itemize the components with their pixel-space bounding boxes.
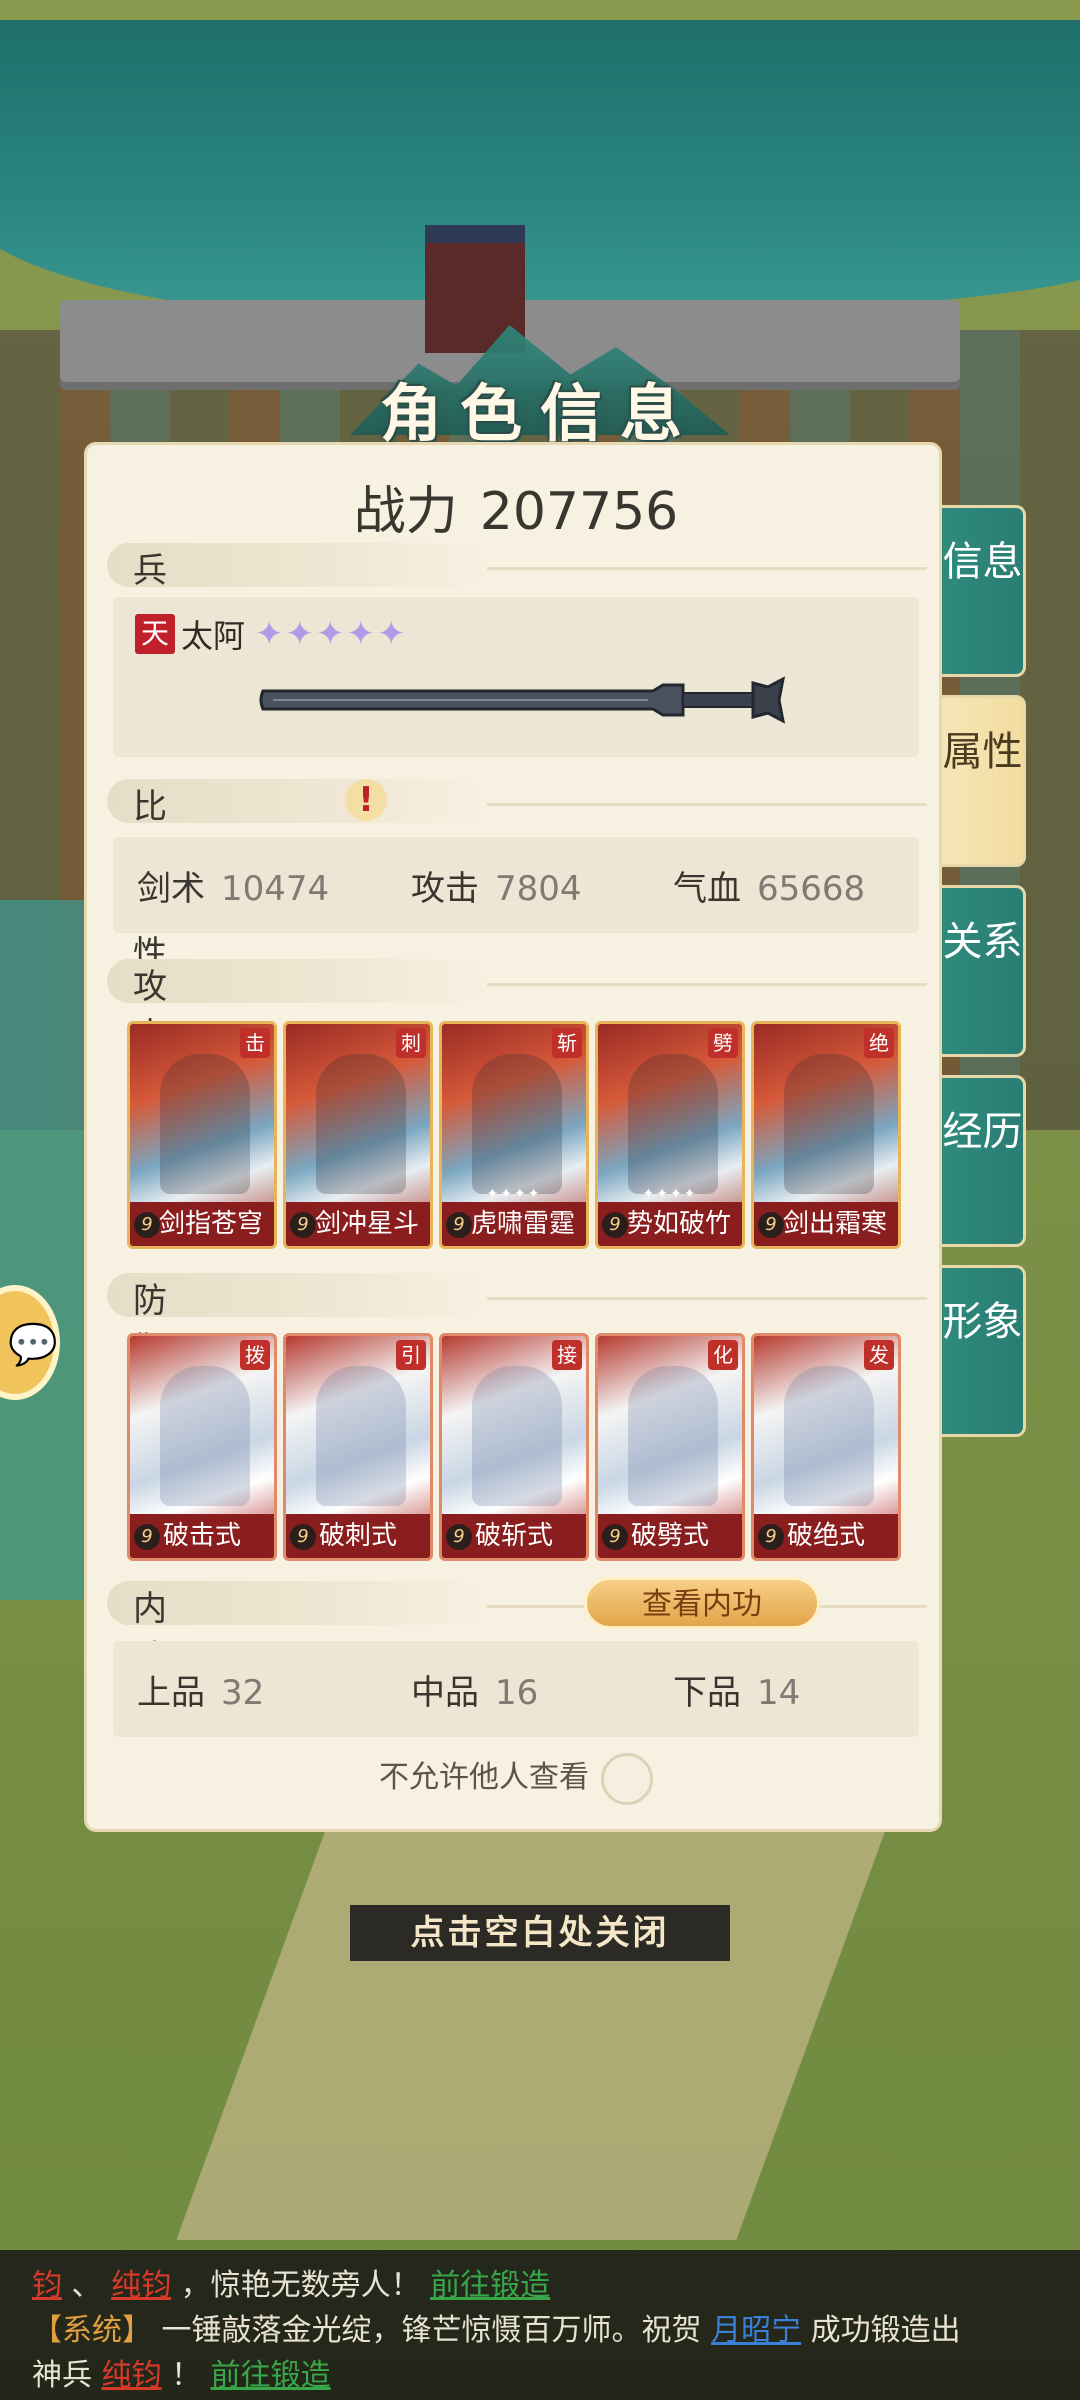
defense-card-3[interactable]: 接破斩式 9 [439,1333,589,1561]
system-chat[interactable]: 钧 、 纯钧 ，惊艳无数旁人！ 前往锻造 【系统】 一锤敲落金光绽，锋芒惊慑百万… [0,2250,1080,2400]
item-link[interactable]: 钧 [32,2268,62,2303]
attack-moves-list: 击剑指苍穹 9 刺剑冲星斗 9 斩 ✦✦✦✦ 虎啸雷霆 9 劈 ✦✦✦✦ 势如破竹 9 绝剑出霜… [113,1013,919,1257]
neigong-lower: 下品 14 [673,1672,801,1713]
attack-card-5[interactable]: 绝剑出霜寒 9 [751,1021,901,1249]
weapon-stars-icon: ✦✦✦✦✦ [255,614,408,654]
weapon-grade-badge: 天 [135,614,175,654]
panel-title: 角色信息 [379,377,700,450]
attack-card-4[interactable]: 劈 ✦✦✦✦ 势如破竹 9 [595,1021,745,1249]
tab-experience[interactable]: 经历 [942,1075,1026,1247]
weapon-title-row: 天 太阿 ✦✦✦✦✦ [135,611,407,657]
forge-link[interactable]: 前往锻造 [430,2268,550,2303]
view-neigong-button[interactable]: 查看内功 [584,1577,820,1629]
forge-link[interactable]: 前往锻造 [211,2358,331,2393]
tab-appearance[interactable]: 形象 [942,1265,1026,1437]
chat-line-2: 【系统】 一锤敲落金光绽，锋芒惊慑百万师。祝贺 月昭宁 成功锻造出 [32,2313,961,2348]
item-link[interactable]: 纯钧 [102,2358,162,2393]
weapon-box[interactable]: 天 太阿 ✦✦✦✦✦ [113,597,919,757]
defense-moves-list: 拨破击式 9 引破刺式 9 接破斩式 9 化破劈式 9 发破绝式 9 [113,1325,919,1569]
privacy-toggle[interactable] [601,1752,653,1805]
chat-line-3: 神兵 纯钧 ！ 前往锻造 [32,2358,331,2393]
character-info-panel: 战力207756 兵器 天 太阿 ✦✦✦✦✦ 比武属性 ! 剑术10474 攻击… [84,442,942,1832]
defense-card-2[interactable]: 引破刺式 9 [283,1333,433,1561]
river [0,20,1080,320]
attack-card-3[interactable]: 斩 ✦✦✦✦ 虎啸雷霆 9 [439,1021,589,1249]
combat-power-label: 战力 [353,482,458,542]
chat-icon: 💬 [8,1322,58,1368]
close-hint: 点击空白处关闭 [350,1905,730,1961]
stat-swordsmanship: 剑术 10474 [137,868,330,909]
neigong-middle: 中品 16 [411,1672,539,1713]
player-link[interactable]: 月昭宁 [711,2313,801,2348]
panel-title-banner: 角色信息 [330,325,750,450]
stat-attack: 攻击 7804 [411,868,582,909]
neigong-stats-box: 上品 32 中品 16 下品 14 [113,1641,919,1737]
defense-card-5[interactable]: 发破绝式 9 [751,1333,901,1561]
combat-power-value: 207756 [479,482,679,542]
stat-hp: 气血 65668 [673,868,866,909]
combat-stats-box: 剑术 10474 攻击 7804 气血 65668 [113,837,919,933]
defense-card-1[interactable]: 拨破击式 9 [127,1333,277,1561]
neigong-upper: 上品 32 [137,1672,265,1713]
info-alert-icon[interactable]: ! [345,779,387,821]
chat-line-1: 钧 、 纯钧 ，惊艳无数旁人！ 前往锻造 [32,2268,551,2303]
sword-icon [259,676,786,724]
combat-power: 战力 207756 [87,469,945,544]
defense-card-4[interactable]: 化破劈式 9 [595,1333,745,1561]
tab-relations[interactable]: 关系 [942,885,1026,1057]
tab-attributes[interactable]: 属性 [942,695,1026,867]
privacy-label: 不允许他人查看 [379,1760,589,1795]
attack-card-2[interactable]: 刺剑冲星斗 9 [283,1021,433,1249]
weapon-name: 太阿 [181,617,246,655]
attack-card-1[interactable]: 击剑指苍穹 9 [127,1021,277,1249]
item-link[interactable]: 纯钧 [111,2268,171,2303]
privacy-row: 不允许他人查看 [87,1752,945,1805]
tab-info[interactable]: 信息 [942,505,1026,677]
system-tag: 【系统】 [32,2313,152,2348]
